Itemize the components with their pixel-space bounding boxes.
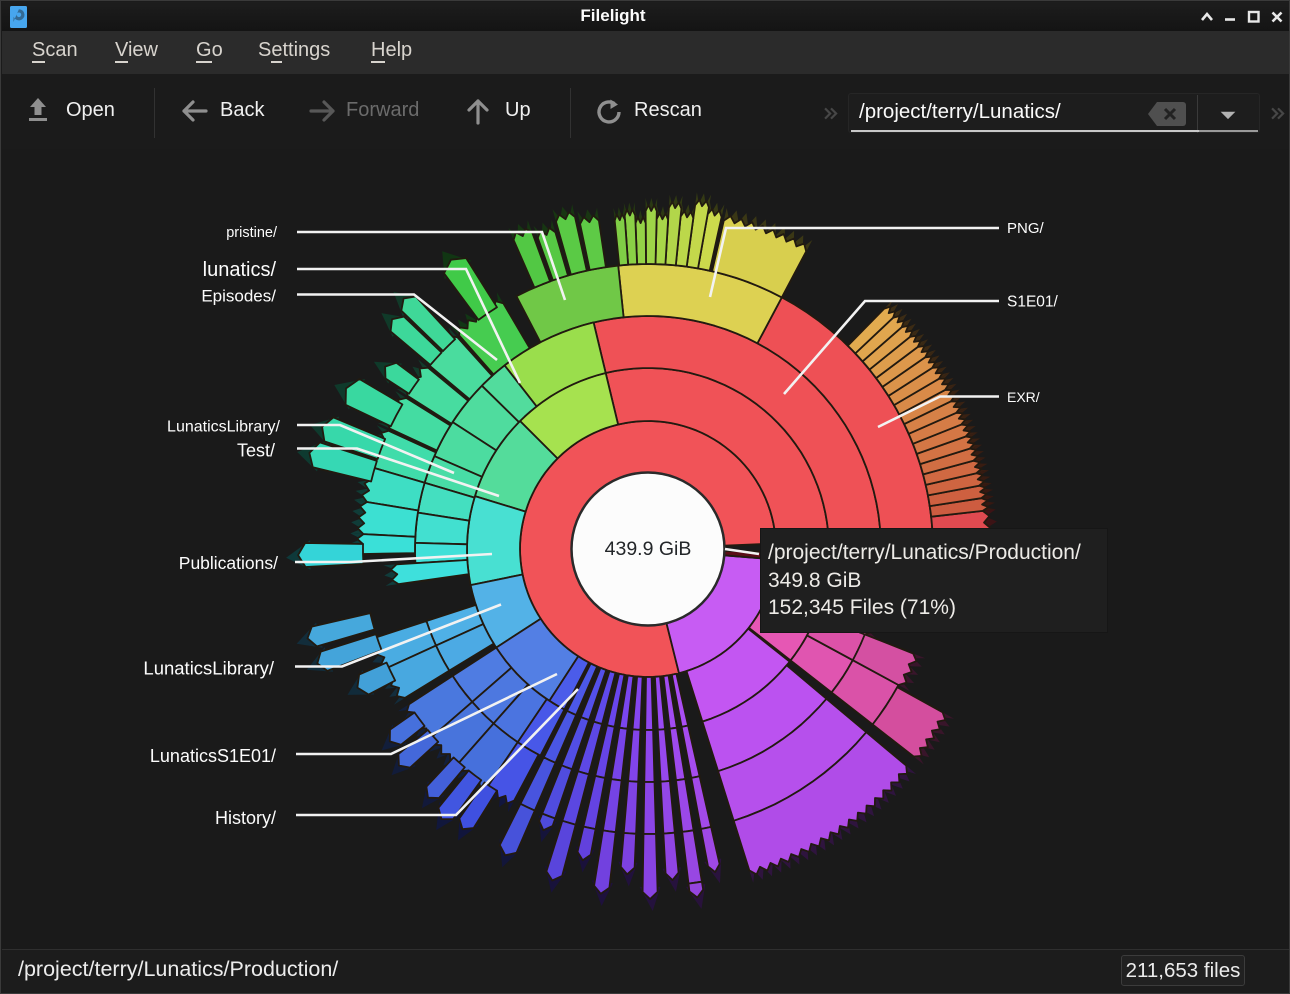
svg-text:Episodes/: Episodes/ — [201, 286, 276, 305]
svg-text:S1E01/: S1E01/ — [1007, 293, 1059, 310]
svg-text:LunaticsLibrary/: LunaticsLibrary/ — [167, 419, 281, 436]
svg-text:LunaticsLibrary/: LunaticsLibrary/ — [143, 658, 274, 679]
svg-text:lunatics/: lunatics/ — [203, 259, 277, 281]
svg-text:EXR/: EXR/ — [1007, 389, 1040, 405]
svg-text:LunaticsS1E01/: LunaticsS1E01/ — [150, 746, 276, 766]
svg-text:pristine/: pristine/ — [226, 225, 278, 241]
svg-text:439.9 GiB: 439.9 GiB — [605, 538, 692, 560]
svg-text:Test/: Test/ — [237, 440, 275, 460]
svg-text:History/: History/ — [215, 808, 276, 828]
svg-text:PNG/: PNG/ — [1007, 220, 1045, 237]
svg-text:Publications/: Publications/ — [179, 553, 278, 573]
